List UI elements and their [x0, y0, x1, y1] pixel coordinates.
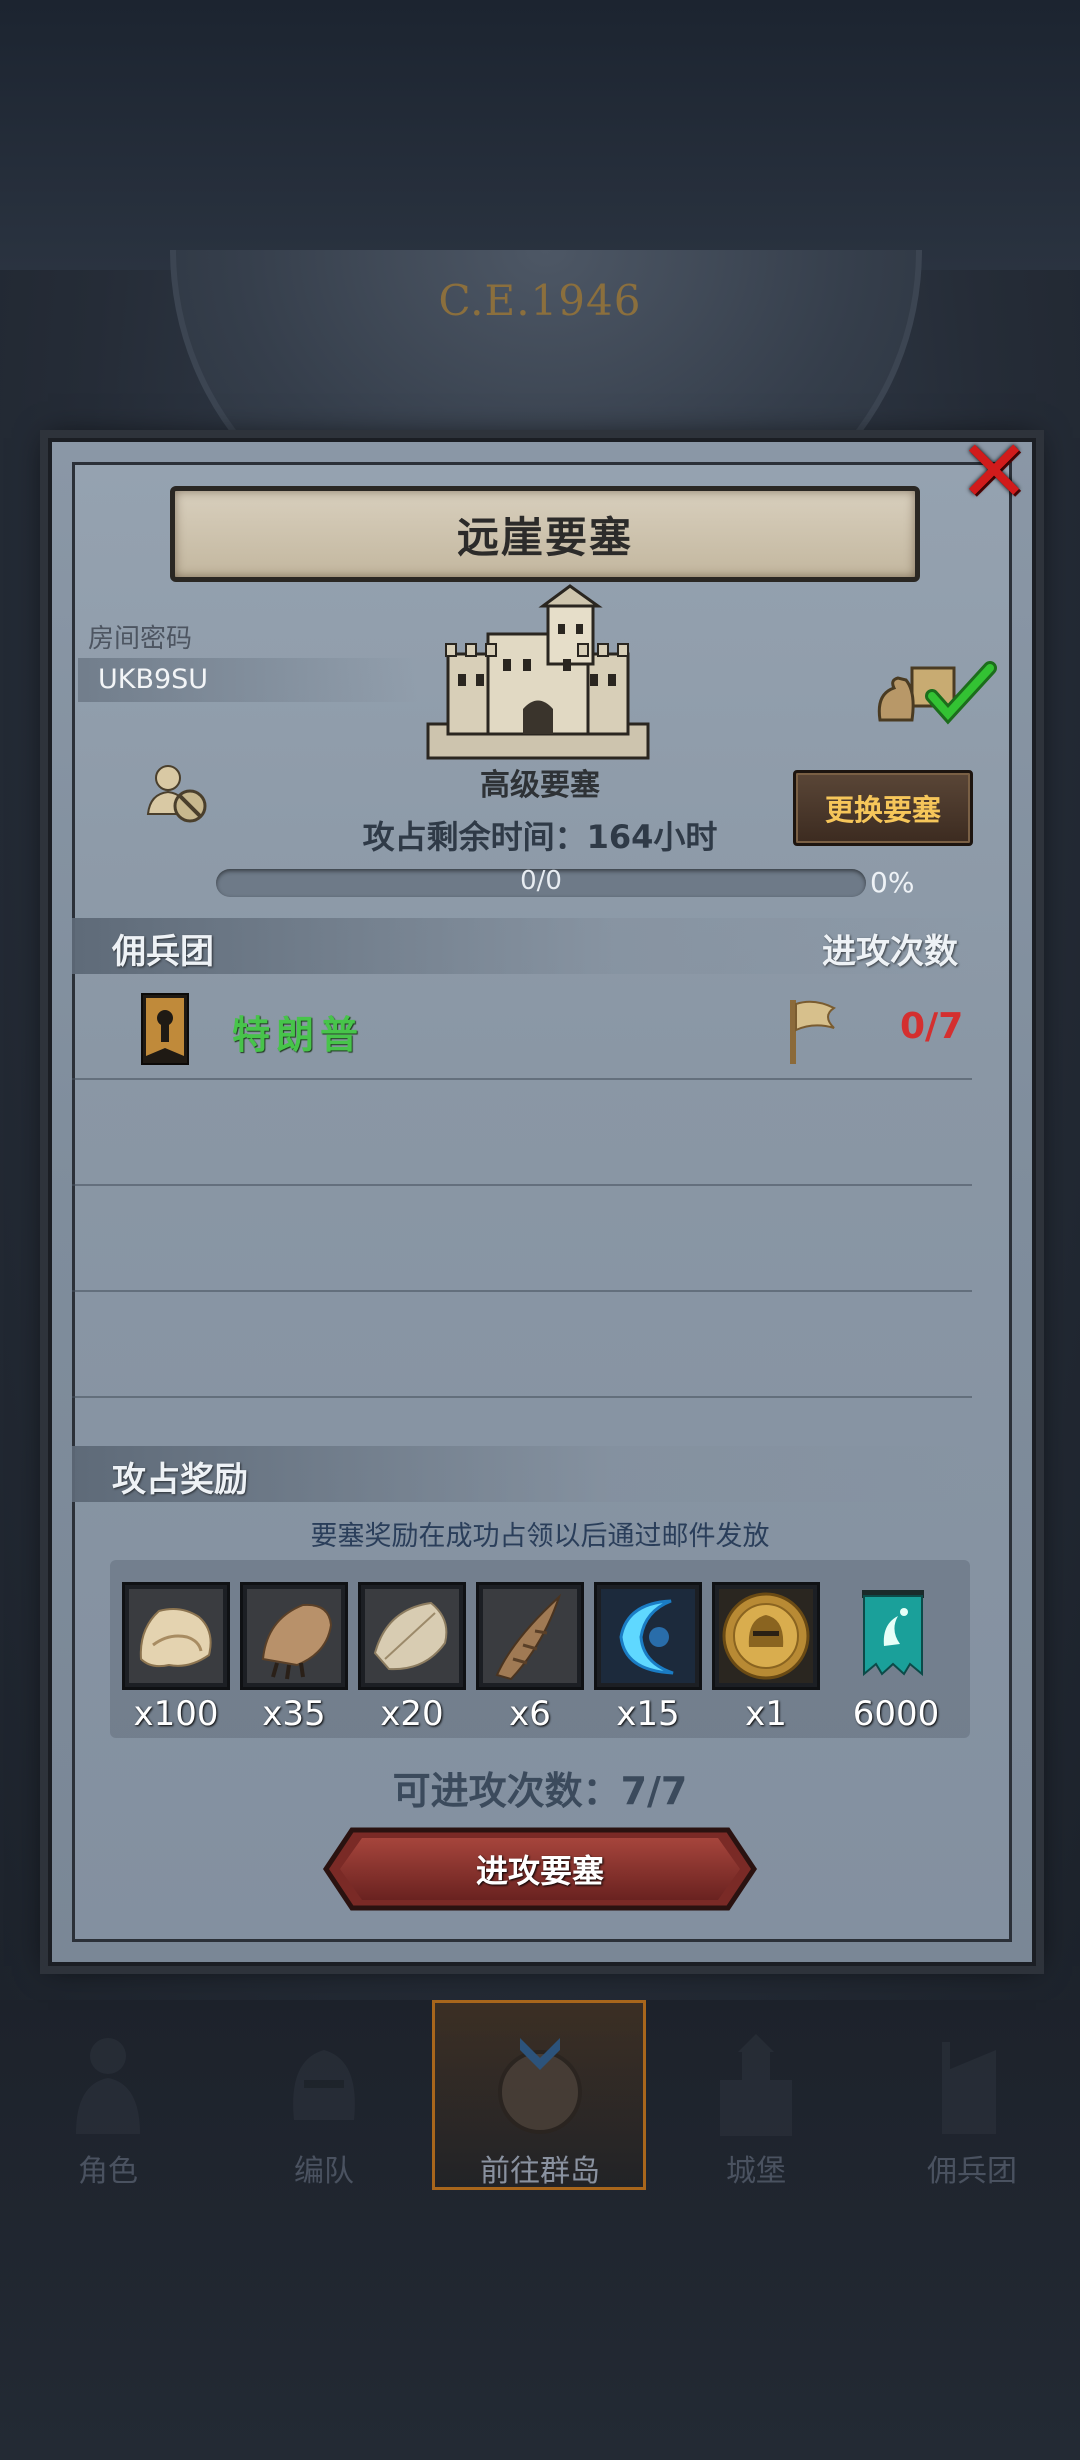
- supplies-ready-icon[interactable]: [872, 650, 1002, 730]
- nav-label: 前往群岛: [480, 2154, 600, 2189]
- attack-flag-icon: [790, 1000, 836, 1064]
- row-divider: [72, 1290, 972, 1292]
- capture-progress-percent: 0%: [870, 866, 915, 899]
- nav-label: 城堡: [726, 2154, 786, 2189]
- reward-qty: x100: [133, 1694, 219, 1734]
- castle-icon: [720, 2034, 792, 2136]
- helmet-icon: [293, 2050, 355, 2120]
- knight-icon: [76, 2038, 140, 2134]
- nav-item-castle[interactable]: 城堡: [648, 2000, 864, 2190]
- mercenary-name: 特朗普: [232, 1013, 365, 1057]
- island-compass-icon: [498, 2038, 582, 2134]
- era-label: C.E.1946: [438, 276, 642, 325]
- attack-time-remaining: 攻占剩余时间：164小时: [362, 818, 718, 856]
- reward-item-horn[interactable]: [476, 1582, 584, 1690]
- reward-item-crescent[interactable]: [594, 1582, 702, 1690]
- reward-item-fur[interactable]: [122, 1582, 230, 1690]
- title-banner: 远崖要塞: [170, 486, 920, 582]
- teal-banner-icon: [862, 1590, 924, 1677]
- nav-label: 角色: [78, 2154, 138, 2189]
- capture-progress-text: 0/0: [520, 866, 562, 896]
- dialog-title: 远崖要塞: [456, 512, 633, 562]
- background-top: [0, 0, 1080, 270]
- reward-qty: x35: [262, 1694, 326, 1734]
- reward-note: 要塞奖励在成功占领以后通过邮件发放: [310, 1521, 770, 1552]
- room-code[interactable]: UKB9SU: [78, 658, 418, 702]
- feather-pelt-icon: [365, 1589, 459, 1683]
- room-label: 房间密码: [88, 624, 193, 654]
- close-icon: ✕: [957, 422, 1031, 522]
- nav-label: 编队: [294, 2154, 354, 2189]
- reward-item-feather[interactable]: [358, 1582, 466, 1690]
- reward-item-claw[interactable]: [240, 1582, 348, 1690]
- guild-banner-icon: [141, 993, 189, 1065]
- reward-qty: 6000: [852, 1694, 940, 1734]
- fur-pelt-icon: [129, 1589, 223, 1683]
- claw-icon: [247, 1589, 341, 1683]
- reward-qty: x1: [745, 1694, 787, 1734]
- reward-qty: x20: [380, 1694, 444, 1734]
- reward-item-banner[interactable]: [842, 1582, 950, 1690]
- row-divider: [72, 1184, 972, 1186]
- attacks-remaining: 可进攻次数：7/7: [392, 1769, 688, 1813]
- row-divider: [72, 1396, 972, 1398]
- horn-icon: [483, 1589, 577, 1683]
- nav-label: 佣兵团: [927, 2154, 1017, 2189]
- nav-item-formation[interactable]: 编队: [216, 2000, 432, 2190]
- reward-qty: x6: [509, 1694, 551, 1734]
- attack-fortress-button[interactable]: 进攻要塞: [322, 1826, 758, 1912]
- reward-qty: x15: [616, 1694, 680, 1734]
- blue-crescent-icon: [601, 1589, 695, 1683]
- fortress-castle-icon: [426, 584, 650, 760]
- golden-helmet-medal-icon: [719, 1589, 813, 1683]
- attack-count-header: 进攻次数: [822, 932, 958, 972]
- attack-fortress-label: 进攻要塞: [475, 1852, 604, 1890]
- mercenary-header: 佣兵团: [112, 932, 214, 972]
- reward-header: 攻占奖励: [112, 1460, 248, 1500]
- mercenary-icon: [942, 2042, 996, 2134]
- close-button[interactable]: ✕: [954, 422, 1034, 522]
- nav-item-islands[interactable]: 前往群岛: [432, 2000, 648, 2190]
- reward-item-medal[interactable]: [712, 1582, 820, 1690]
- row-divider: [72, 1078, 972, 1080]
- nav-item-mercenary[interactable]: 佣兵团: [864, 2000, 1080, 2190]
- nav-item-character[interactable]: 角色: [0, 2000, 216, 2190]
- mercenary-attack-count: 0/7: [900, 1006, 964, 1047]
